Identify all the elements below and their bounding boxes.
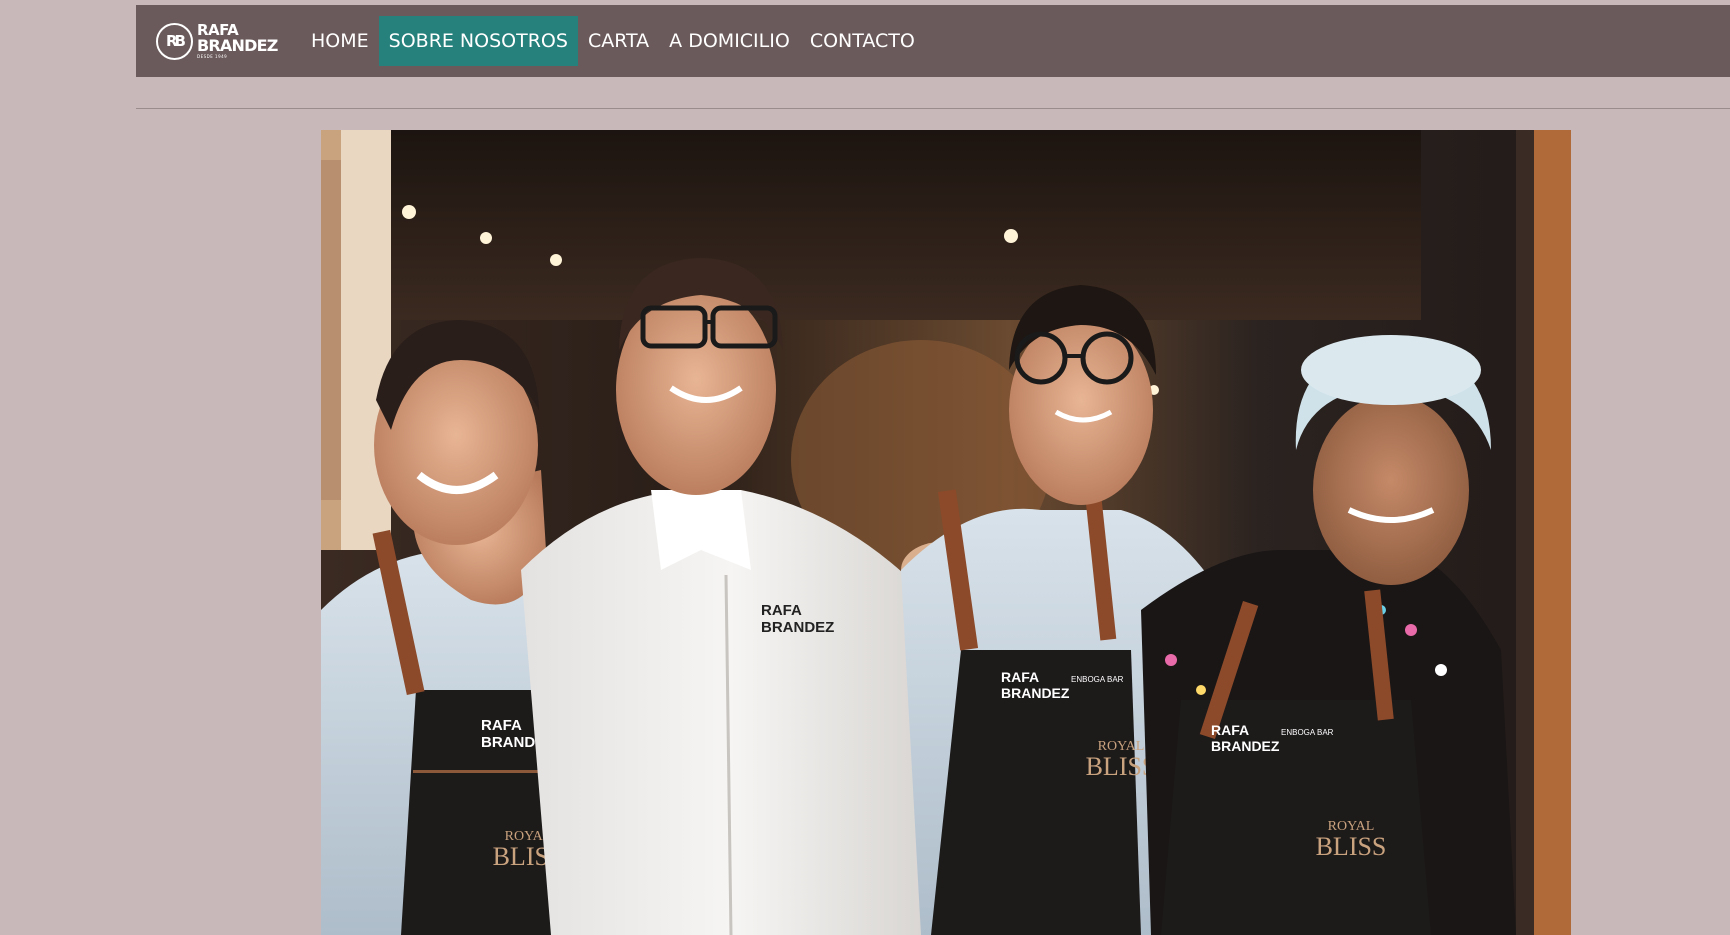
nav-sobre-nosotros[interactable]: SOBRE NOSOTROS	[378, 16, 578, 66]
nav-carta[interactable]: CARTA	[578, 16, 659, 66]
logo-wordmark: RAFA BRANDEZ DESDE 1949	[197, 23, 278, 59]
apron-brand-3b: BRANDEZ	[1001, 685, 1070, 701]
apron-brand-4a: RAFA	[1211, 722, 1249, 738]
chef-jacket-text-b: BRANDEZ	[761, 619, 834, 636]
logo-line-brandez: BRANDEZ	[197, 36, 278, 55]
section-divider	[136, 108, 1730, 109]
brand-logo[interactable]: RB RAFA BRANDEZ DESDE 1949	[156, 21, 278, 61]
apron-sub-3: ENBOGA BAR	[1071, 675, 1124, 684]
top-navbar: RB RAFA BRANDEZ DESDE 1949 HOME SOBRE NO…	[136, 5, 1730, 77]
main-menu: HOME SOBRE NOSOTROS CARTA A DOMICILIO CO…	[301, 16, 925, 66]
nav-contacto[interactable]: CONTACTO	[800, 16, 925, 66]
apron-sub-4: ENBOGA BAR	[1281, 728, 1334, 737]
chef-jacket-text-a: RAFA	[761, 602, 802, 619]
nav-a-domicilio[interactable]: A DOMICILIO	[659, 16, 800, 66]
nav-home[interactable]: HOME	[301, 16, 379, 66]
logo-tagline: DESDE 1949	[197, 54, 228, 59]
apron-brand-4b: BRANDEZ	[1211, 738, 1280, 754]
apron-brand-3a: RAFA	[1001, 669, 1039, 685]
team-photo: RAFA BRANDEZ ENBOGA BAR ROYAL BLISS RAFA…	[321, 130, 1571, 935]
apron-brand-1a: RAFA	[481, 717, 522, 734]
logo-monogram-icon: RB	[156, 22, 193, 60]
apron-logo-4b: BLISS	[1316, 832, 1387, 861]
